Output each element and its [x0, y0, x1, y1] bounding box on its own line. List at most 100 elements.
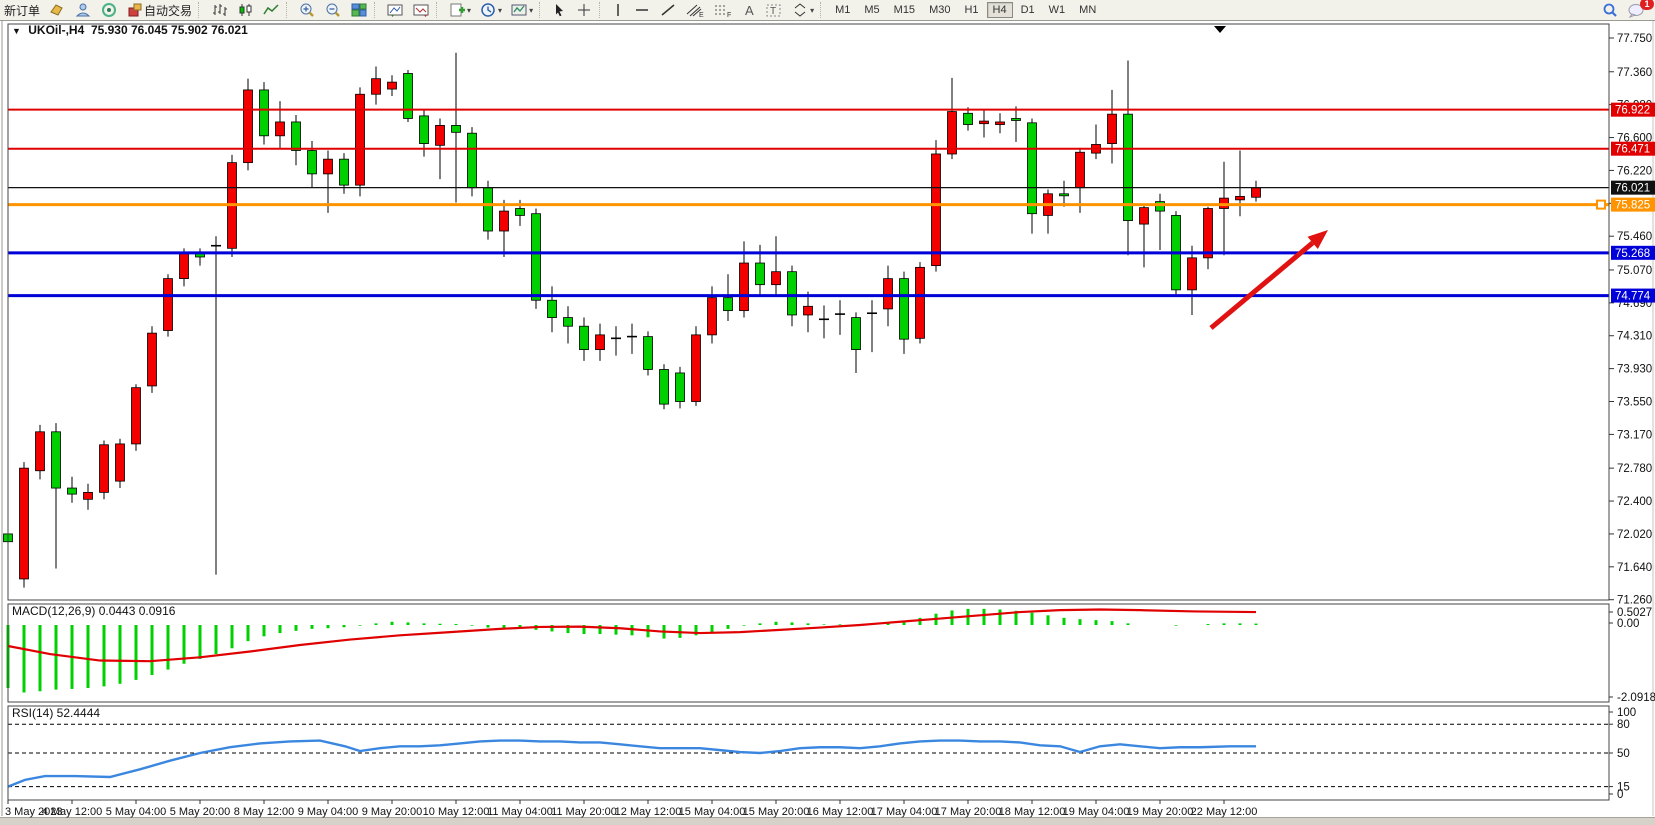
candle-body	[1156, 202, 1165, 212]
price-tick-label: 77.750	[1617, 33, 1652, 45]
candle-body	[20, 468, 29, 579]
candle-body	[1060, 194, 1069, 196]
time-label: 19 May 04:00	[1063, 806, 1130, 818]
time-label: 15 May 04:00	[679, 806, 746, 818]
candle-body	[708, 298, 717, 335]
candle-body	[52, 432, 61, 488]
time-label: 8 May 12:00	[234, 806, 295, 818]
quotes-label: 75.930 76.045 75.902 76.021	[91, 23, 248, 37]
rsi-tick-label: 80	[1617, 719, 1630, 731]
rsi-tick-label: 100	[1617, 707, 1636, 719]
price-tick-label: 72.780	[1617, 463, 1652, 475]
candle-body	[116, 444, 125, 481]
candle-body	[580, 326, 589, 349]
candle-body	[436, 125, 445, 145]
candle-body	[500, 211, 509, 231]
chart-shift-marker[interactable]	[1214, 26, 1226, 33]
candle-body	[724, 298, 733, 311]
candle-body	[244, 90, 253, 163]
time-label: 9 May 04:00	[298, 806, 359, 818]
candle-body	[788, 272, 797, 315]
candle-body	[756, 263, 765, 285]
price-tick-label: 75.460	[1617, 231, 1652, 243]
candle-body	[692, 335, 701, 402]
price-tick-label: 75.070	[1617, 265, 1652, 277]
candle-body	[516, 209, 525, 216]
level-handle[interactable]	[1597, 201, 1605, 209]
time-label: 19 May 20:00	[1127, 806, 1194, 818]
candle-body	[164, 279, 173, 331]
candle-body	[260, 90, 269, 136]
candle-body	[740, 263, 749, 311]
rsi-tick-label: 50	[1617, 748, 1630, 760]
candle-body	[964, 113, 973, 124]
candle-body	[484, 188, 493, 231]
candle-body	[916, 267, 925, 338]
candle-body	[980, 121, 989, 124]
time-label: 4 May 12:00	[42, 806, 103, 818]
candle-body	[372, 79, 381, 95]
candle-body	[996, 122, 1005, 125]
price-tick-label: 77.360	[1617, 67, 1652, 79]
price-tick-label: 72.400	[1617, 496, 1652, 508]
price-tick-label: 74.310	[1617, 331, 1652, 343]
price-tick-label: 72.020	[1617, 529, 1652, 541]
trend-arrow-shaft[interactable]	[1211, 243, 1313, 328]
price-level-badge-text: 76.471	[1615, 144, 1650, 156]
candle-body	[1188, 258, 1197, 290]
candle-body	[452, 125, 461, 132]
time-label: 5 May 04:00	[106, 806, 167, 818]
candle-body	[388, 82, 397, 89]
time-label: 5 May 20:00	[170, 806, 231, 818]
candle-body	[1076, 152, 1085, 187]
price-tick-label: 73.550	[1617, 397, 1652, 409]
collapse-triangle-icon[interactable]: ▼	[12, 26, 21, 36]
chart-canvas[interactable]: 77.75077.36076.98076.60076.22075.84075.4…	[0, 0, 1655, 825]
price-level-badge-text: 74.774	[1615, 291, 1651, 303]
candle-body	[644, 337, 653, 370]
candle-body	[948, 112, 957, 154]
candle-body	[340, 159, 349, 185]
time-label: 18 May 12:00	[999, 806, 1066, 818]
macd-tick-label: -2.0918	[1617, 692, 1655, 704]
candle-body	[68, 488, 77, 494]
candle-body	[1140, 208, 1149, 224]
candle-body	[468, 133, 477, 188]
time-label: 17 May 04:00	[871, 806, 938, 818]
rsi-line	[8, 741, 1256, 787]
trading-app-window: 新订单 自动交易	[0, 0, 1655, 825]
candle-body	[84, 492, 93, 499]
candle-body	[132, 388, 141, 444]
candle-body	[180, 253, 189, 279]
time-label: 11 May 20:00	[551, 806, 617, 818]
macd-tick-label: 0.00	[1617, 618, 1639, 630]
time-label: 9 May 20:00	[362, 806, 423, 818]
candle-body	[564, 318, 573, 327]
candle-body	[404, 73, 413, 118]
candle-body	[292, 122, 301, 151]
chart-title: ▼ UKOil-,H4 75.930 76.045 75.902 76.021	[12, 23, 248, 37]
candle-body	[276, 122, 285, 136]
candle-body	[596, 335, 605, 350]
candle-body	[772, 272, 781, 285]
price-tick-label: 73.930	[1617, 364, 1652, 376]
rsi-tick-label: 0	[1617, 789, 1623, 801]
candle-body	[660, 369, 669, 404]
price-level-badge-text: 75.825	[1615, 200, 1650, 212]
candle-body	[1204, 209, 1213, 258]
candle-body	[884, 279, 893, 309]
price-tick-label: 73.170	[1617, 429, 1652, 441]
candle-body	[1108, 114, 1117, 143]
candle-body	[1236, 196, 1245, 199]
panel-border	[8, 604, 1609, 702]
time-label: 22 May 12:00	[1191, 806, 1258, 818]
candle-body	[356, 94, 365, 185]
time-label: 17 May 20:00	[935, 806, 1002, 818]
candle-body	[1252, 188, 1261, 198]
candle-body	[420, 116, 429, 144]
macd-indicator-title: MACD(12,26,9) 0.0443 0.0916	[12, 604, 175, 618]
candle-body	[100, 445, 109, 493]
candle-body	[532, 214, 541, 301]
price-level-badge-text: 75.268	[1615, 248, 1650, 260]
price-level-badge-text: 76.021	[1615, 183, 1650, 195]
